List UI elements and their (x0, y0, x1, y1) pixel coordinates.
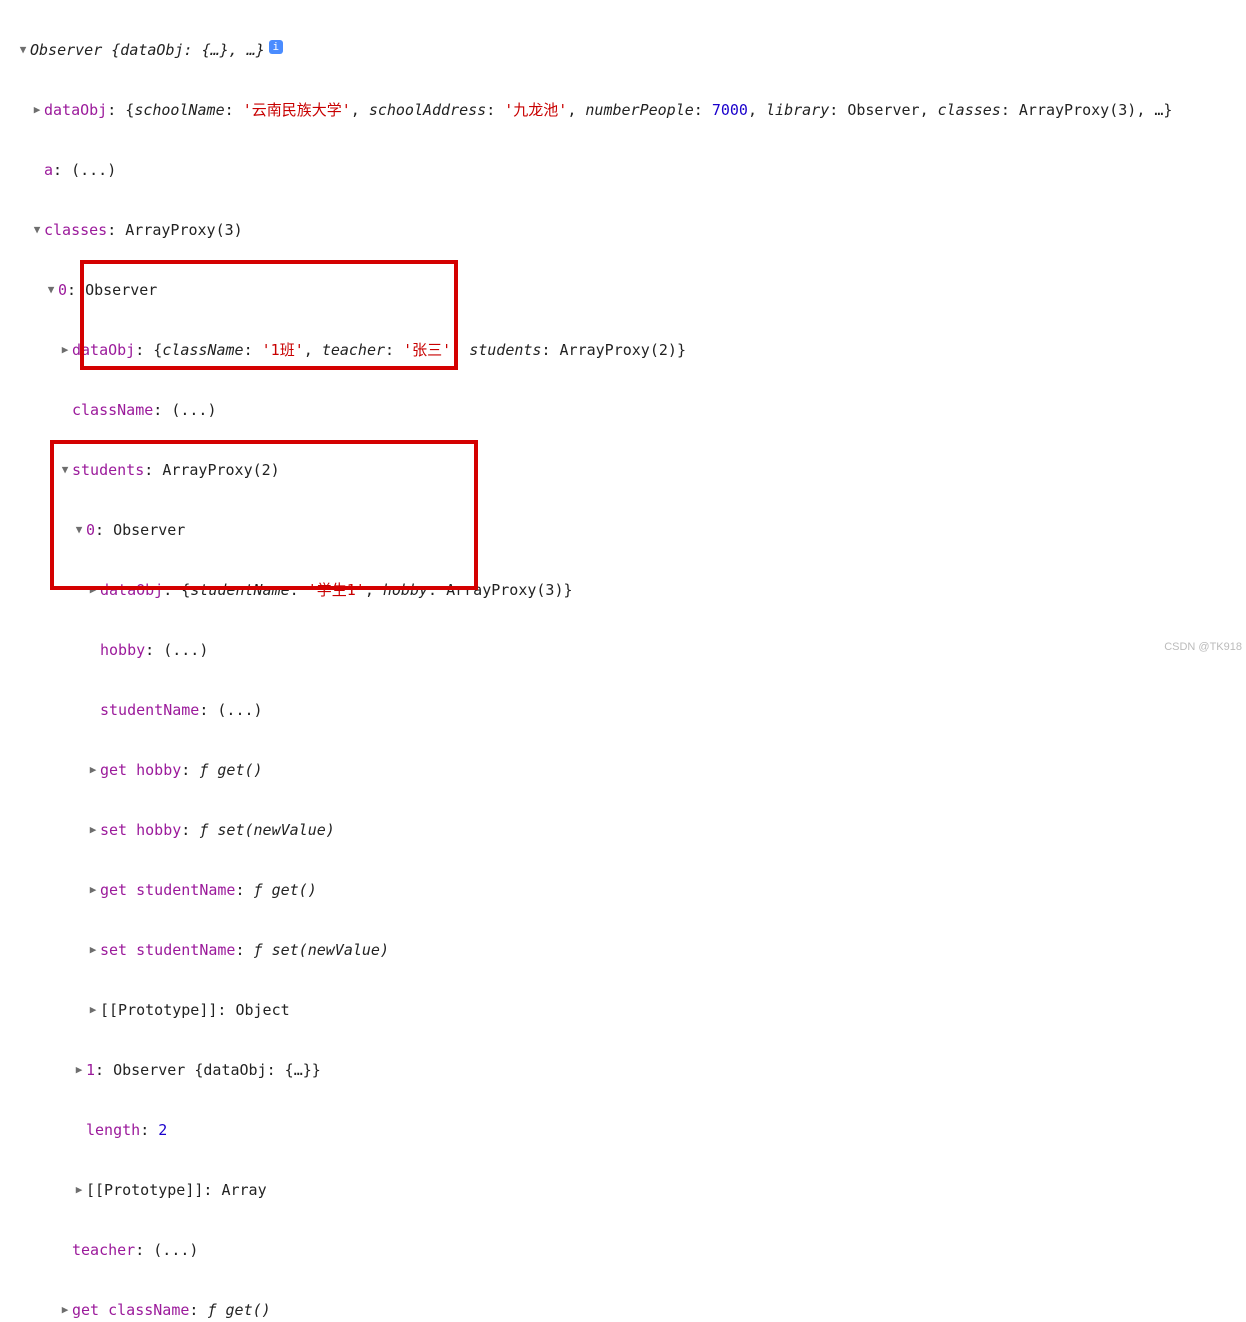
classes-item-0[interactable]: ▼0: Observer (4, 280, 1242, 300)
classes-0-students[interactable]: ▼students: ArrayProxy(2) (4, 460, 1242, 480)
info-icon[interactable]: i (269, 40, 283, 54)
chevron-down-icon[interactable]: ▼ (60, 460, 70, 480)
chevron-down-icon[interactable]: ▼ (74, 520, 84, 540)
classes-0-teacher[interactable]: teacher: (...) (4, 1240, 1242, 1260)
students-prototype[interactable]: ▶[[Prototype]]: Array (4, 1180, 1242, 1200)
students-0-studentname[interactable]: studentName: (...) (4, 700, 1242, 720)
classes-0-get-classname[interactable]: ▶get className: ƒ get() (4, 1300, 1242, 1320)
students-0-dataobj[interactable]: ▶dataObj: {studentName: '学生1', hobby: Ar… (4, 580, 1242, 600)
chevron-right-icon[interactable]: ▶ (60, 340, 70, 360)
students-0-get-studentname[interactable]: ▶get studentName: ƒ get() (4, 880, 1242, 900)
prop-dataobj[interactable]: ▶dataObj: {schoolName: '云南民族大学', schoolA… (4, 100, 1242, 120)
chevron-right-icon[interactable]: ▶ (88, 1000, 98, 1020)
prop-a[interactable]: a: (...) (4, 160, 1242, 180)
classes-0-classname[interactable]: className: (...) (4, 400, 1242, 420)
chevron-right-icon[interactable]: ▶ (74, 1180, 84, 1200)
students-0-set-studentname[interactable]: ▶set studentName: ƒ set(newValue) (4, 940, 1242, 960)
chevron-right-icon[interactable]: ▶ (74, 1060, 84, 1080)
object-header[interactable]: ▼Observer {dataObj: {…}, …} i (4, 40, 1242, 60)
students-length[interactable]: length: 2 (4, 1120, 1242, 1140)
students-item-1[interactable]: ▶1: Observer {dataObj: {…}} (4, 1060, 1242, 1080)
students-item-0[interactable]: ▼0: Observer (4, 520, 1242, 540)
chevron-right-icon[interactable]: ▶ (88, 940, 98, 960)
chevron-down-icon[interactable]: ▼ (18, 40, 28, 60)
chevron-right-icon[interactable]: ▶ (88, 760, 98, 780)
object-summary: Observer {dataObj: {…}, …} (30, 40, 265, 60)
chevron-right-icon[interactable]: ▶ (88, 580, 98, 600)
watermark: CSDN @TK918 (1164, 637, 1242, 657)
prop-classes[interactable]: ▼classes: ArrayProxy(3) (4, 220, 1242, 240)
chevron-right-icon[interactable]: ▶ (32, 100, 42, 120)
chevron-right-icon[interactable]: ▶ (88, 880, 98, 900)
chevron-right-icon[interactable]: ▶ (88, 820, 98, 840)
chevron-down-icon[interactable]: ▼ (46, 280, 56, 300)
classes-0-dataobj[interactable]: ▶dataObj: {className: '1班', teacher: '张三… (4, 340, 1242, 360)
chevron-right-icon[interactable]: ▶ (60, 1300, 70, 1320)
chevron-down-icon[interactable]: ▼ (32, 220, 42, 240)
students-0-set-hobby[interactable]: ▶set hobby: ƒ set(newValue) (4, 820, 1242, 840)
students-0-get-hobby[interactable]: ▶get hobby: ƒ get() (4, 760, 1242, 780)
students-0-hobby[interactable]: hobby: (...) (4, 640, 1242, 660)
students-0-prototype[interactable]: ▶[[Prototype]]: Object (4, 1000, 1242, 1020)
